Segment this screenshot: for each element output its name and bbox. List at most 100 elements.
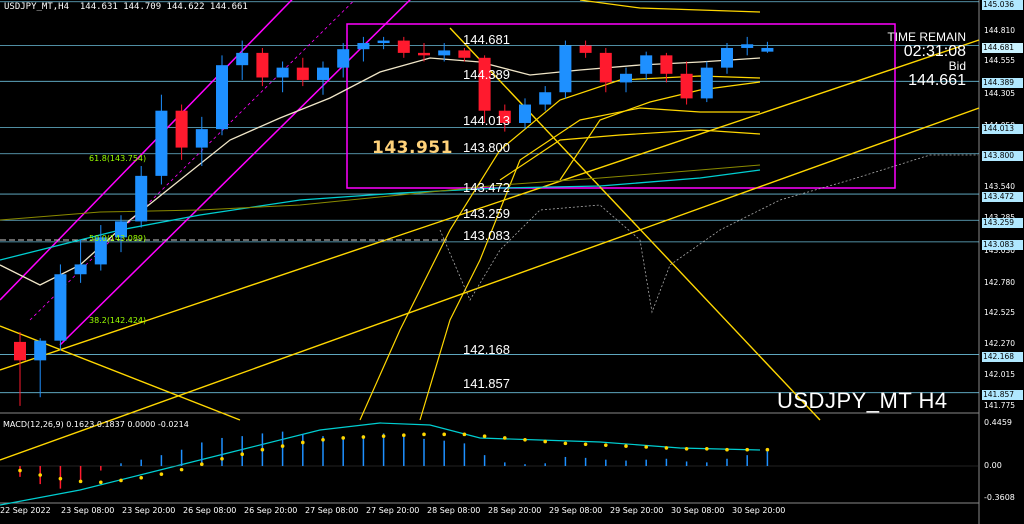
price-chart[interactable] [0, 0, 1024, 524]
price-tick: 144.810 [984, 26, 1016, 35]
macd-signal-dot [381, 434, 386, 438]
price-tick: 144.555 [984, 56, 1016, 65]
time-tick: 30 Sep 20:00 [732, 506, 786, 515]
candle-body [458, 50, 471, 58]
macd-signal-dot [684, 447, 689, 451]
fib-label: 61.8(143.754) [89, 154, 147, 163]
candle-body [418, 52, 430, 56]
price-axis[interactable]: 144.810 144.555 144.305 144.050 143.540 … [980, 0, 1024, 524]
candle-body [680, 73, 693, 99]
candle-body [236, 52, 249, 66]
macd-signal-dot [765, 447, 770, 452]
level-label: 144.013 [463, 113, 510, 128]
level-label: 143.259 [463, 206, 510, 221]
time-remain-value: 02:31:08 [903, 43, 966, 60]
macd-signal-dot [240, 452, 244, 457]
macd-tick: -0.3608 [984, 493, 1015, 502]
macd-signal-dot [462, 432, 467, 437]
time-tick: 26 Sep 08:00 [183, 506, 237, 515]
moving-average [0, 57, 761, 286]
price-tag: 143.800 [982, 151, 1023, 161]
macd-signal-dot [422, 432, 426, 437]
macd-signal-dot [119, 478, 123, 483]
price-tag: 144.681 [982, 43, 1023, 53]
macd-signal-dot [705, 447, 709, 451]
macd-signal-dot [159, 472, 164, 476]
macd-signal-dot [543, 439, 547, 444]
price-tick: 144.305 [984, 89, 1016, 98]
highlight-price: 143.951 [372, 138, 453, 158]
candle-body [317, 67, 329, 80]
candle-body [478, 57, 491, 111]
macd-signal-dot [523, 437, 527, 442]
price-tick: 142.270 [984, 339, 1016, 348]
macd-label: MACD(12,26,9) 0.1623 0.1837 0.0000 -0.02… [3, 420, 189, 429]
level-label: 144.389 [463, 67, 510, 82]
candle-body [175, 110, 188, 148]
macd-signal-dot [563, 441, 568, 446]
macd-signal-dot [745, 447, 749, 452]
candle-body [539, 92, 552, 105]
macd-signal-dot [58, 476, 63, 481]
macd-signal-dot [200, 462, 204, 466]
macd-signal-dot [280, 444, 285, 448]
macd-signal-dot [624, 444, 628, 448]
trend-line [0, 325, 241, 421]
price-tag: 144.013 [982, 124, 1023, 134]
macd-signal-dot [341, 436, 346, 440]
macd-signal-dot [725, 447, 729, 452]
price-tick: 143.540 [984, 182, 1016, 191]
macd-signal-dot [139, 475, 143, 480]
time-tick: 30 Sep 08:00 [671, 506, 725, 515]
candle-body [438, 50, 451, 56]
level-label: 144.681 [463, 32, 510, 47]
candle-body [620, 73, 632, 83]
level-label: 143.800 [463, 140, 510, 155]
price-tick: 141.775 [984, 401, 1016, 410]
candle-body [256, 52, 269, 78]
macd-signal-dot [321, 437, 325, 442]
macd-signal-dot [361, 435, 366, 439]
level-label: 141.857 [463, 376, 510, 391]
macd-signal-dot [179, 467, 184, 472]
dotted-indicator [439, 154, 978, 314]
macd-signal-dot [664, 446, 669, 450]
time-remain-panel: TIME REMAIN 02:31:08 Bid 144.661 [887, 31, 966, 89]
time-tick: 28 Sep 20:00 [488, 506, 542, 515]
moving-average [0, 164, 761, 221]
macd-tick: 0.4459 [984, 418, 1012, 427]
macd-signal-dot [301, 440, 305, 445]
channel-line [59, 0, 411, 346]
price-tick: 142.525 [984, 308, 1016, 317]
price-tag: 143.472 [982, 192, 1023, 202]
macd-signal-dot [583, 442, 588, 447]
candle-body [559, 45, 572, 93]
fib-label: 38.2(142.424) [89, 316, 147, 325]
macd-signal-dot [260, 447, 265, 452]
trend-line [449, 27, 821, 421]
price-tag: 141.857 [982, 390, 1023, 400]
candle-body [135, 175, 148, 222]
range-rectangle [346, 23, 896, 189]
price-tag: 142.168 [982, 352, 1023, 362]
price-tag: 144.389 [982, 78, 1023, 88]
candle-body [397, 40, 410, 53]
candle-body [216, 65, 228, 130]
candle-body [640, 55, 653, 74]
candle-body [296, 67, 309, 80]
chart-window[interactable]: USDJPY_MT,H4 144.631 144.709 144.622 144… [0, 0, 1024, 524]
envelope-band [559, 81, 761, 181]
candle-body [337, 49, 350, 68]
macd-signal-dot [604, 443, 608, 447]
macd-signal-dot [402, 433, 406, 438]
macd-signal-dot [503, 436, 507, 440]
candle-body [741, 44, 754, 48]
macd-signal-dot [482, 434, 487, 438]
candle-body [14, 341, 26, 361]
envelope-band [499, 129, 761, 181]
candle-body [357, 43, 370, 50]
candle-body [377, 40, 390, 44]
candle-body [599, 52, 612, 83]
time-tick: 27 Sep 20:00 [366, 506, 420, 515]
time-tick: 23 Sep 20:00 [122, 506, 176, 515]
